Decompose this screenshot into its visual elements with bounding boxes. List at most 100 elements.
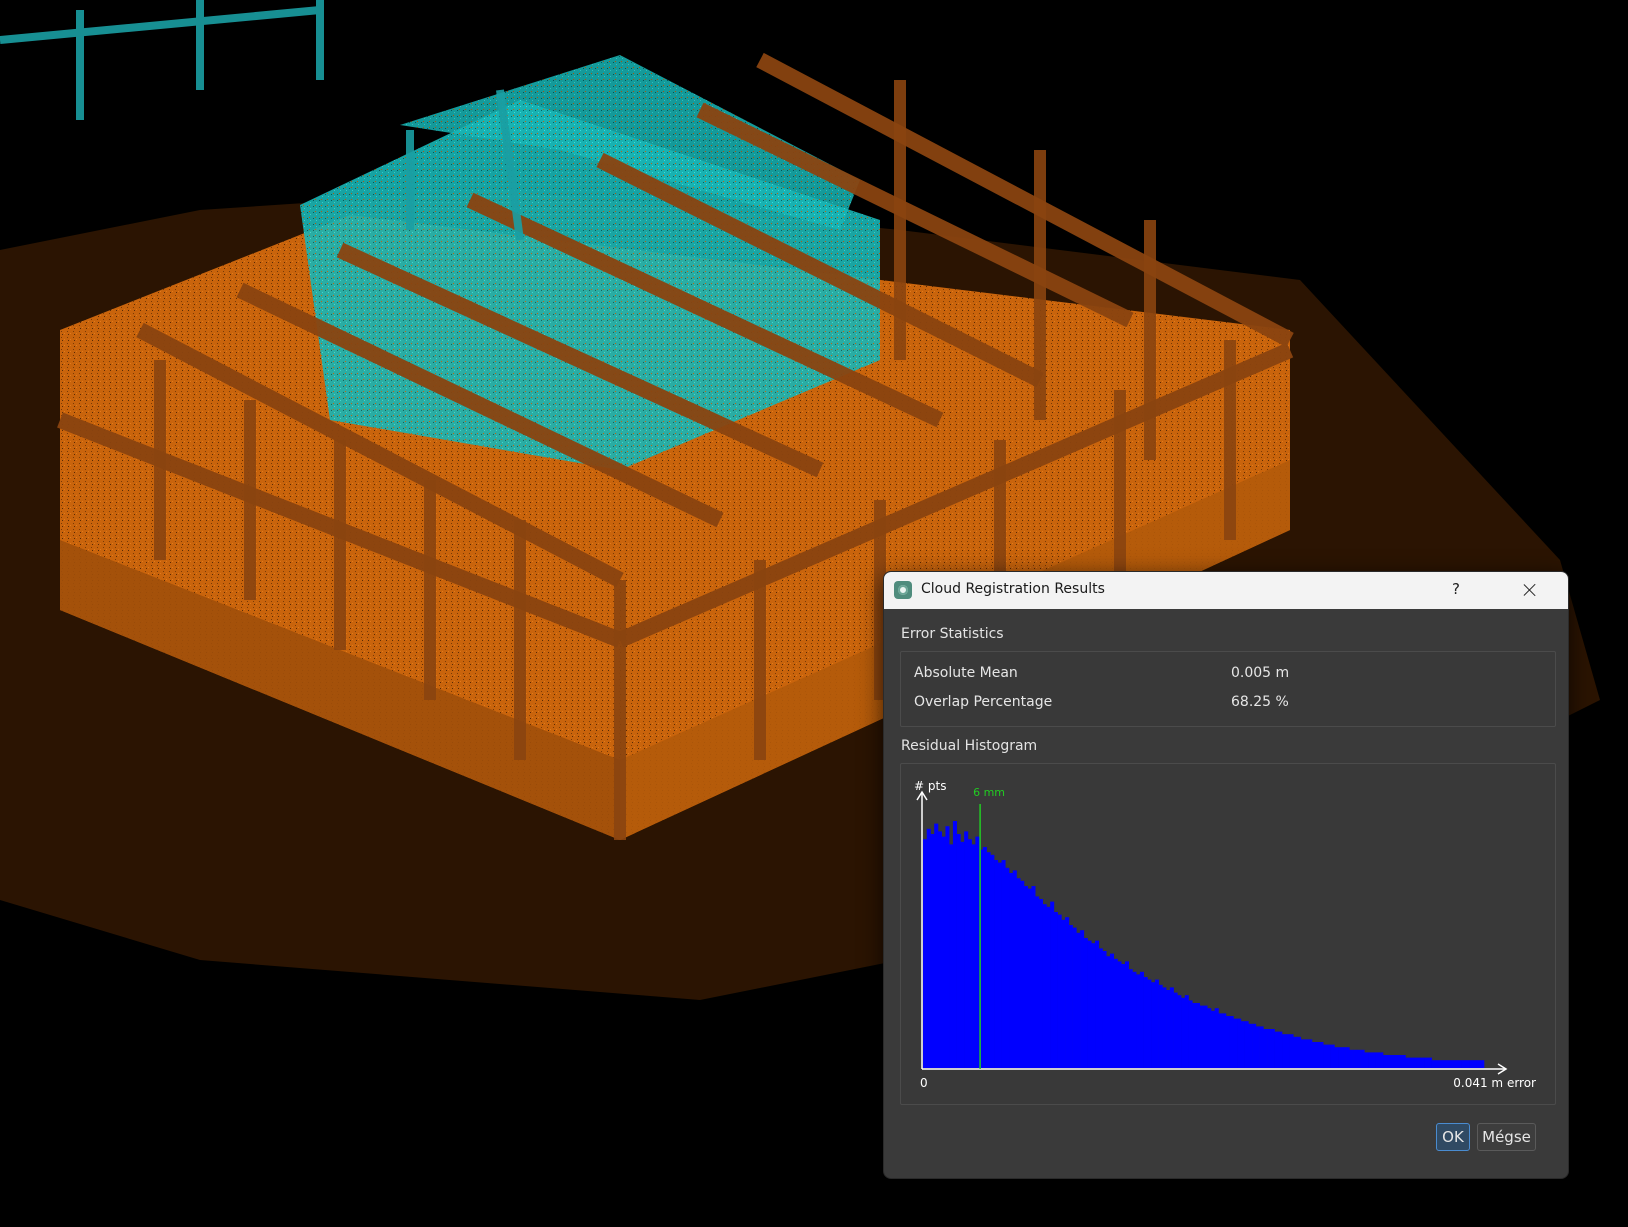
- histogram-bar: [1390, 1055, 1395, 1068]
- histogram-bar: [1356, 1049, 1361, 1068]
- histogram-bar: [1360, 1049, 1365, 1068]
- histogram-bar: [1068, 925, 1073, 1068]
- histogram-bar: [1166, 990, 1171, 1068]
- histogram-bar: [941, 836, 946, 1068]
- histogram-bar: [1435, 1060, 1440, 1068]
- histogram-bars: [923, 821, 1485, 1068]
- histogram-bar: [1424, 1057, 1429, 1068]
- histogram-bar: [1375, 1052, 1380, 1068]
- histogram-bar: [1046, 906, 1051, 1068]
- residual-histogram-chart: # pts 6 mm 0 0.041 m error: [914, 779, 1536, 1090]
- histogram-bar: [952, 821, 957, 1068]
- histogram-bar: [1192, 1003, 1197, 1068]
- histogram-bar: [937, 831, 942, 1068]
- histogram-bar: [1102, 951, 1107, 1068]
- histogram-bar: [1237, 1018, 1242, 1068]
- histogram-bar: [1285, 1034, 1290, 1068]
- histogram-bar: [1027, 888, 1032, 1068]
- ok-button[interactable]: OK: [1436, 1123, 1470, 1151]
- histogram-bar: [994, 860, 999, 1068]
- histogram-bar: [1203, 1005, 1208, 1068]
- histogram-bar: [1080, 930, 1085, 1068]
- histogram-bar: [1263, 1029, 1268, 1068]
- histogram-bar: [1480, 1060, 1485, 1068]
- histogram-bar: [1364, 1052, 1369, 1068]
- histogram-bar: [1383, 1055, 1388, 1068]
- histogram-bar: [930, 834, 935, 1068]
- histogram-bar: [1476, 1060, 1481, 1068]
- histogram-bar: [1169, 987, 1174, 1068]
- histogram-bar: [1304, 1039, 1309, 1068]
- cloud-registration-dialog: Cloud Registration Results ? Error Stati…: [883, 571, 1569, 1179]
- histogram-bar: [1311, 1042, 1316, 1068]
- histogram-bar: [1188, 1000, 1193, 1068]
- histogram-bar: [1274, 1031, 1279, 1068]
- histogram-bar: [1184, 995, 1189, 1068]
- histogram-bar: [1158, 984, 1163, 1068]
- histogram-bar: [1207, 1008, 1212, 1068]
- histogram-bar: [1282, 1034, 1287, 1068]
- marker-label: 6 mm: [973, 786, 1005, 799]
- histogram-bar: [1012, 870, 1017, 1068]
- histogram-bar: [1098, 948, 1103, 1068]
- histogram-bar: [1240, 1021, 1245, 1068]
- histogram-bar: [1057, 914, 1062, 1068]
- histogram-bar: [967, 839, 972, 1068]
- histogram-bar: [1091, 943, 1096, 1068]
- histogram-bar: [1117, 961, 1122, 1068]
- histogram-bar: [1218, 1013, 1223, 1068]
- histogram-bar: [990, 854, 995, 1068]
- histogram-bar: [982, 847, 987, 1068]
- histogram-bar: [1038, 899, 1043, 1068]
- histogram-bar: [934, 823, 939, 1068]
- histogram-bar: [1181, 997, 1186, 1068]
- histogram-bar: [1308, 1039, 1313, 1068]
- histogram-bar: [1061, 919, 1066, 1068]
- histogram-bar: [1121, 964, 1126, 1068]
- histogram-bar: [1009, 873, 1014, 1068]
- histogram-bar: [1319, 1042, 1324, 1068]
- histogram-bar: [1371, 1052, 1376, 1068]
- histogram-bar: [1270, 1029, 1275, 1068]
- histogram-bar: [1345, 1047, 1350, 1068]
- histogram-bar: [1255, 1026, 1260, 1068]
- histogram-bar: [1454, 1060, 1459, 1068]
- cancel-button[interactable]: Mégse: [1477, 1123, 1536, 1151]
- histogram-bar: [1416, 1057, 1421, 1068]
- histogram-bar: [1427, 1057, 1432, 1068]
- histogram-bar: [1143, 977, 1148, 1068]
- histogram-bar: [1222, 1013, 1227, 1068]
- x-max-label: 0.041 m error: [1453, 1076, 1536, 1090]
- histogram-bar: [1225, 1016, 1230, 1068]
- histogram-bar: [1457, 1060, 1462, 1068]
- histogram-bar: [1289, 1034, 1294, 1068]
- histogram-bar: [1199, 1005, 1204, 1068]
- histogram-bar: [1147, 979, 1152, 1068]
- histogram-bar: [1001, 860, 1006, 1068]
- histogram-bar: [949, 844, 954, 1068]
- x-min-label: 0: [920, 1076, 928, 1090]
- histogram-bar: [1023, 886, 1029, 1068]
- histogram-bar: [1087, 940, 1092, 1068]
- histogram-bar: [1405, 1057, 1410, 1068]
- histogram-bar: [1469, 1060, 1474, 1068]
- histogram-bar: [926, 828, 931, 1068]
- histogram-bar: [1297, 1036, 1302, 1068]
- histogram-bar: [1210, 1010, 1216, 1068]
- histogram-bar: [1300, 1039, 1305, 1068]
- histogram-bar: [1113, 958, 1118, 1068]
- histogram-bar: [1244, 1021, 1249, 1068]
- histogram-bar: [1446, 1060, 1451, 1068]
- histogram-bar: [1035, 896, 1040, 1068]
- histogram-bar: [1472, 1060, 1477, 1068]
- histogram-bar: [1397, 1055, 1403, 1068]
- histogram-bar: [1110, 953, 1115, 1068]
- histogram-bar: [1450, 1060, 1455, 1068]
- histogram-bar: [1401, 1055, 1406, 1068]
- histogram-bar: [1379, 1052, 1384, 1068]
- histogram-bar: [1196, 1003, 1201, 1068]
- histogram-bar: [1095, 940, 1100, 1068]
- histogram-bar: [1420, 1057, 1425, 1068]
- histogram-bar: [1326, 1044, 1331, 1068]
- histogram-bar: [1128, 969, 1133, 1068]
